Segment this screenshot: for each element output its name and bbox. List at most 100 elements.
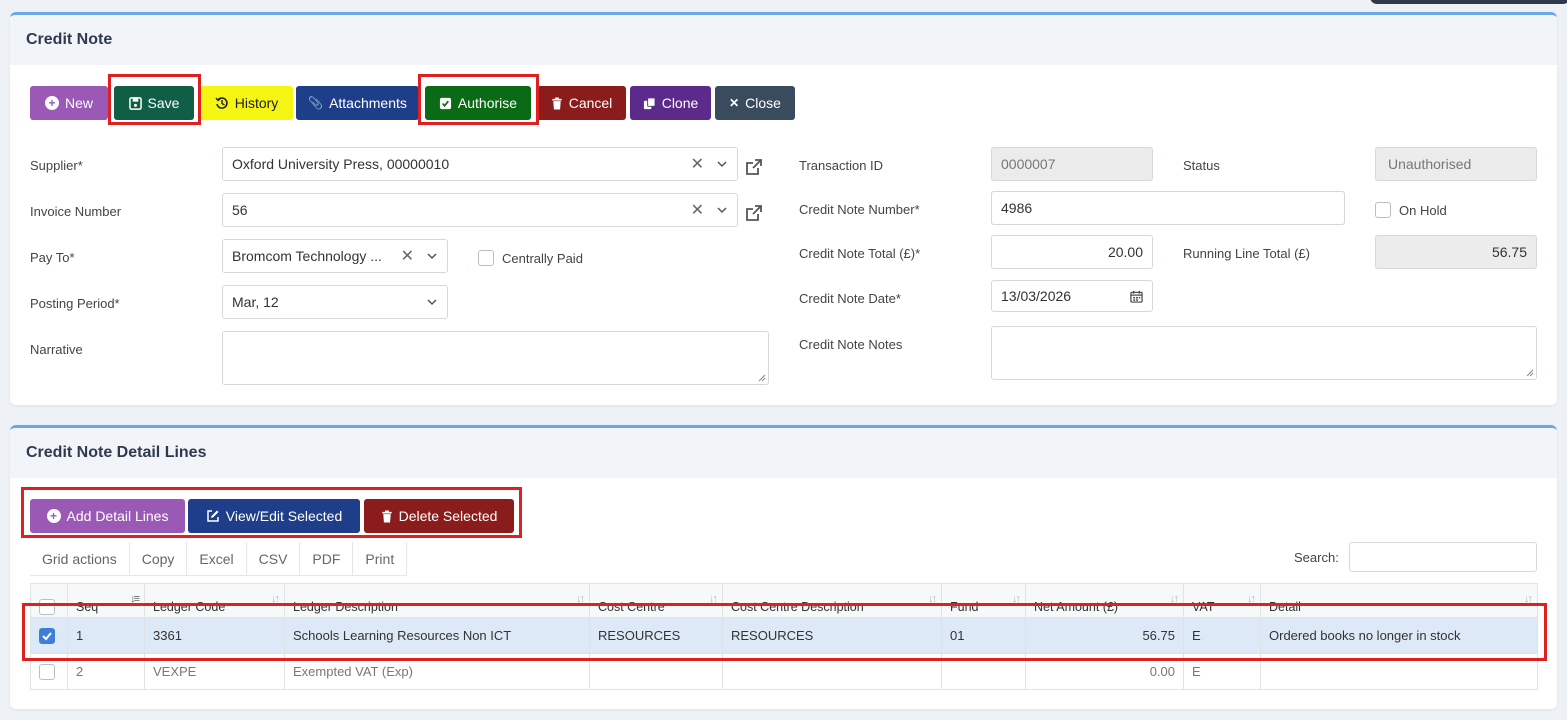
calendar-icon[interactable] xyxy=(1130,290,1143,303)
search-input[interactable] xyxy=(1349,542,1537,572)
clear-icon[interactable]: ✕ xyxy=(691,154,704,174)
clear-icon[interactable]: ✕ xyxy=(401,246,414,266)
add-detail-lines-button[interactable]: + Add Detail Lines xyxy=(30,499,185,533)
sort-icon: ↓↑ xyxy=(928,593,937,605)
select-all-checkbox[interactable] xyxy=(39,598,55,615)
detail-lines-panel: Credit Note Detail Lines + Add Detail Li… xyxy=(10,425,1557,709)
paperclip-icon: 📎 xyxy=(308,96,324,110)
status-label: Status xyxy=(1183,158,1220,173)
column-header-net-amount[interactable]: Net Amount (£) ↓↑ xyxy=(1025,583,1184,618)
resize-grip-icon[interactable] xyxy=(758,374,766,382)
copy-icon xyxy=(643,96,656,109)
cancel-button[interactable]: Cancel xyxy=(537,86,626,120)
floppy-disk-icon xyxy=(128,96,142,110)
plus-circle-icon: + xyxy=(44,96,59,110)
authorise-button[interactable]: Authorise xyxy=(425,86,531,120)
chevron-down-icon[interactable] xyxy=(426,296,438,308)
history-icon xyxy=(215,97,228,109)
trash-icon xyxy=(381,509,392,523)
sort-icon: ↓↑ xyxy=(709,593,718,605)
grid-actions-tab: Grid actions xyxy=(30,542,130,576)
clone-button[interactable]: Clone xyxy=(630,86,711,120)
check-square-icon xyxy=(439,97,451,109)
column-header-seq[interactable]: Seq ↓≡ xyxy=(67,583,145,618)
credit-note-date-input[interactable]: 13/03/2026 xyxy=(991,280,1153,312)
row-checkbox[interactable] xyxy=(39,663,55,680)
chevron-down-icon[interactable] xyxy=(716,158,728,170)
supplier-select[interactable]: Oxford University Press, 00000010 ✕ xyxy=(222,147,738,181)
search-label: Search: xyxy=(1294,550,1339,565)
top-bar-fragment xyxy=(1370,0,1567,4)
sort-icon: ↓↑ xyxy=(1170,593,1179,605)
pay-to-select[interactable]: Bromcom Technology ... ✕ xyxy=(222,239,448,273)
trash-icon xyxy=(552,96,562,110)
select-all-header xyxy=(30,583,68,618)
print-button[interactable]: Print xyxy=(353,542,408,576)
plus-circle-icon: + xyxy=(46,509,61,523)
table-header-row: Seq ↓≡ Ledger Code ↓↑ Ledger Description ↓↑… xyxy=(30,583,1538,618)
column-header-vat[interactable]: VAT ↓↑ xyxy=(1183,583,1261,618)
sort-icon: ↓↑ xyxy=(271,593,280,605)
credit-note-title: Credit Note xyxy=(10,15,1557,65)
save-button[interactable]: Save xyxy=(114,86,194,120)
pay-to-label: Pay To* xyxy=(30,250,75,265)
attachments-button[interactable]: 📎 Attachments xyxy=(296,86,419,120)
sort-icon: ↓↑ xyxy=(576,593,585,605)
column-header-ledger-description[interactable]: Ledger Description ↓↑ xyxy=(284,583,590,618)
column-header-cost-centre-description[interactable]: Cost Centre Description ↓↑ xyxy=(722,583,942,618)
table-row[interactable]: 2 VEXPE Exempted VAT (Exp) 0.00 E xyxy=(30,653,1538,690)
transaction-id-field: 0000007 xyxy=(991,147,1153,181)
external-link-icon[interactable] xyxy=(745,158,763,176)
row-checkbox[interactable] xyxy=(39,627,55,644)
credit-note-total-label: Credit Note Total (£)* xyxy=(799,246,921,261)
credit-note-notes-label: Credit Note Notes xyxy=(799,337,903,352)
narrative-textarea[interactable] xyxy=(222,331,769,385)
running-line-total-label: Running Line Total (£) xyxy=(1183,246,1310,261)
grid-actions-bar: Grid actions Copy Excel CSV PDF Print xyxy=(30,542,408,576)
column-header-ledger-code[interactable]: Ledger Code ↓↑ xyxy=(144,583,285,618)
posting-period-select[interactable]: Mar, 12 xyxy=(222,285,448,319)
supplier-label: Supplier* xyxy=(30,158,83,173)
close-button[interactable]: ✕ Close xyxy=(715,86,795,120)
new-button[interactable]: + New xyxy=(30,86,108,120)
credit-note-total-input[interactable]: 20.00 xyxy=(991,235,1153,269)
sort-icon: ↓↑ xyxy=(1524,593,1533,605)
view-edit-selected-button[interactable]: View/Edit Selected xyxy=(188,499,360,533)
invoice-number-select[interactable]: 56 ✕ xyxy=(222,193,738,227)
clear-icon[interactable]: ✕ xyxy=(691,200,704,220)
column-header-detail[interactable]: Detail ↓↑ xyxy=(1260,583,1538,618)
check-icon xyxy=(42,631,52,640)
csv-button[interactable]: CSV xyxy=(247,542,301,576)
resize-grip-icon[interactable] xyxy=(1526,369,1534,377)
copy-button[interactable]: Copy xyxy=(130,542,188,576)
delete-selected-button[interactable]: Delete Selected xyxy=(364,499,514,533)
centrally-paid-label: Centrally Paid xyxy=(502,251,583,266)
transaction-id-label: Transaction ID xyxy=(799,158,884,173)
centrally-paid-checkbox[interactable] xyxy=(478,250,494,266)
edit-icon xyxy=(207,510,219,522)
sort-icon: ↓↑ xyxy=(1012,593,1021,605)
sort-asc-icon: ↓≡ xyxy=(130,593,140,605)
narrative-label: Narrative xyxy=(30,342,83,357)
credit-note-date-label: Credit Note Date* xyxy=(799,291,901,306)
chevron-down-icon[interactable] xyxy=(716,204,728,216)
detail-lines-table: Seq ↓≡ Ledger Code ↓↑ Ledger Description ↓↑… xyxy=(30,583,1538,690)
history-button[interactable]: History xyxy=(200,86,293,120)
credit-note-panel: Credit Note + New Save History 📎 Attachm… xyxy=(10,12,1557,405)
table-row[interactable]: 1 3361 Schools Learning Resources Non IC… xyxy=(30,617,1538,654)
credit-note-notes-textarea[interactable] xyxy=(991,326,1537,380)
column-header-fund[interactable]: Fund ↓↑ xyxy=(941,583,1026,618)
status-field: Unauthorised xyxy=(1375,147,1537,181)
chevron-down-icon[interactable] xyxy=(426,250,438,262)
posting-period-label: Posting Period* xyxy=(30,296,120,311)
credit-note-number-label: Credit Note Number* xyxy=(799,202,920,217)
on-hold-checkbox[interactable] xyxy=(1375,202,1391,218)
credit-note-number-input[interactable]: 4986 xyxy=(991,191,1345,225)
running-line-total-field: 56.75 xyxy=(1375,235,1537,269)
external-link-icon[interactable] xyxy=(745,204,763,222)
column-header-cost-centre[interactable]: Cost Centre ↓↑ xyxy=(589,583,723,618)
detail-lines-title: Credit Note Detail Lines xyxy=(10,428,1557,478)
invoice-number-label: Invoice Number xyxy=(30,204,122,219)
pdf-button[interactable]: PDF xyxy=(300,542,354,576)
excel-button[interactable]: Excel xyxy=(187,542,247,576)
